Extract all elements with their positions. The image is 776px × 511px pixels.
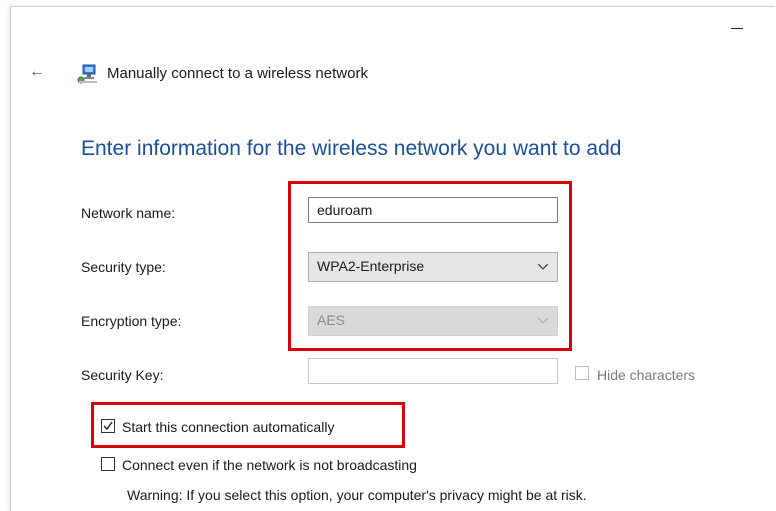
highlight-box-fields — [288, 181, 572, 351]
security-key-input[interactable] — [308, 358, 558, 384]
connect-nonbroadcast-label: Connect even if the network is not broad… — [122, 457, 417, 473]
encryption-type-label: Encryption type: — [81, 313, 182, 329]
minimize-button[interactable] — [727, 21, 747, 35]
hide-characters-label: Hide characters — [597, 367, 696, 383]
security-key-label: Security Key: — [81, 367, 164, 383]
connect-nonbroadcast-checkbox[interactable] — [101, 457, 115, 471]
network-name-label: Network name: — [81, 205, 176, 221]
window-title: Manually connect to a wireless network — [107, 65, 368, 82]
hide-characters-checkbox[interactable] — [575, 366, 589, 380]
wireless-network-icon — [77, 64, 97, 84]
highlight-box-autostart — [91, 402, 405, 448]
page-heading: Enter information for the wireless netwo… — [81, 137, 622, 160]
back-arrow-icon[interactable]: ← — [29, 63, 45, 81]
dialog-window: ← Manually connect to a wireless network… — [10, 6, 775, 511]
security-type-label: Security type: — [81, 259, 166, 275]
privacy-warning-text: Warning: If you select this option, your… — [127, 487, 587, 503]
